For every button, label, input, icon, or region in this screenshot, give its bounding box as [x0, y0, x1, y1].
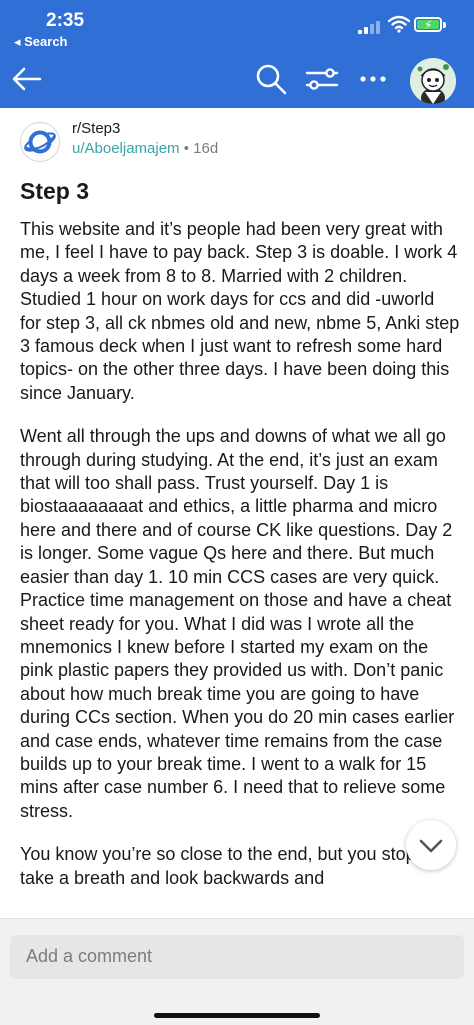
- separator-dot: •: [183, 140, 189, 157]
- subreddit-name[interactable]: r/Step3: [72, 120, 120, 137]
- search-icon[interactable]: [254, 62, 288, 96]
- chevron-down-icon: [419, 839, 443, 853]
- more-dots-icon[interactable]: [356, 62, 390, 96]
- top-header: 2:35 ◂ Search ⚡: [0, 0, 474, 108]
- comment-bar: Add a comment: [0, 918, 474, 1025]
- wifi-icon: [388, 15, 410, 33]
- status-time: 2:35: [46, 10, 85, 31]
- author-name[interactable]: u/Aboeljamajem: [72, 140, 180, 157]
- cellular-signal-icon: [358, 20, 382, 34]
- post-title: Step 3: [20, 178, 90, 204]
- user-avatar-icon[interactable]: [410, 58, 456, 104]
- author-line: u/Aboeljamajem • 16d: [72, 140, 218, 157]
- status-bar: 2:35 ◂ Search ⚡: [0, 0, 474, 52]
- arrow-left-icon[interactable]: [10, 62, 44, 96]
- home-indicator[interactable]: [154, 1013, 320, 1018]
- post-header: r/Step3 u/Aboeljamajem • 16d: [20, 118, 460, 168]
- planet-icon[interactable]: [20, 122, 60, 162]
- scroll-down-button[interactable]: [406, 820, 456, 870]
- add-comment-input[interactable]: Add a comment: [10, 935, 464, 979]
- post-paragraph: You know you’re so close to the end, but…: [20, 844, 436, 888]
- back-to-search-link[interactable]: ◂ Search: [14, 34, 68, 50]
- battery-icon: ⚡: [414, 17, 442, 32]
- post-paragraph: This website and it’s people had been ve…: [20, 219, 460, 403]
- post-body: This website and it’s people had been ve…: [20, 218, 460, 918]
- post-age: 16d: [193, 140, 219, 157]
- sort-filter-icon[interactable]: [304, 62, 340, 96]
- battery-tip: [443, 22, 446, 28]
- post-paragraph: Went all through the ups and downs of wh…: [20, 426, 455, 821]
- nav-bar: [0, 52, 474, 108]
